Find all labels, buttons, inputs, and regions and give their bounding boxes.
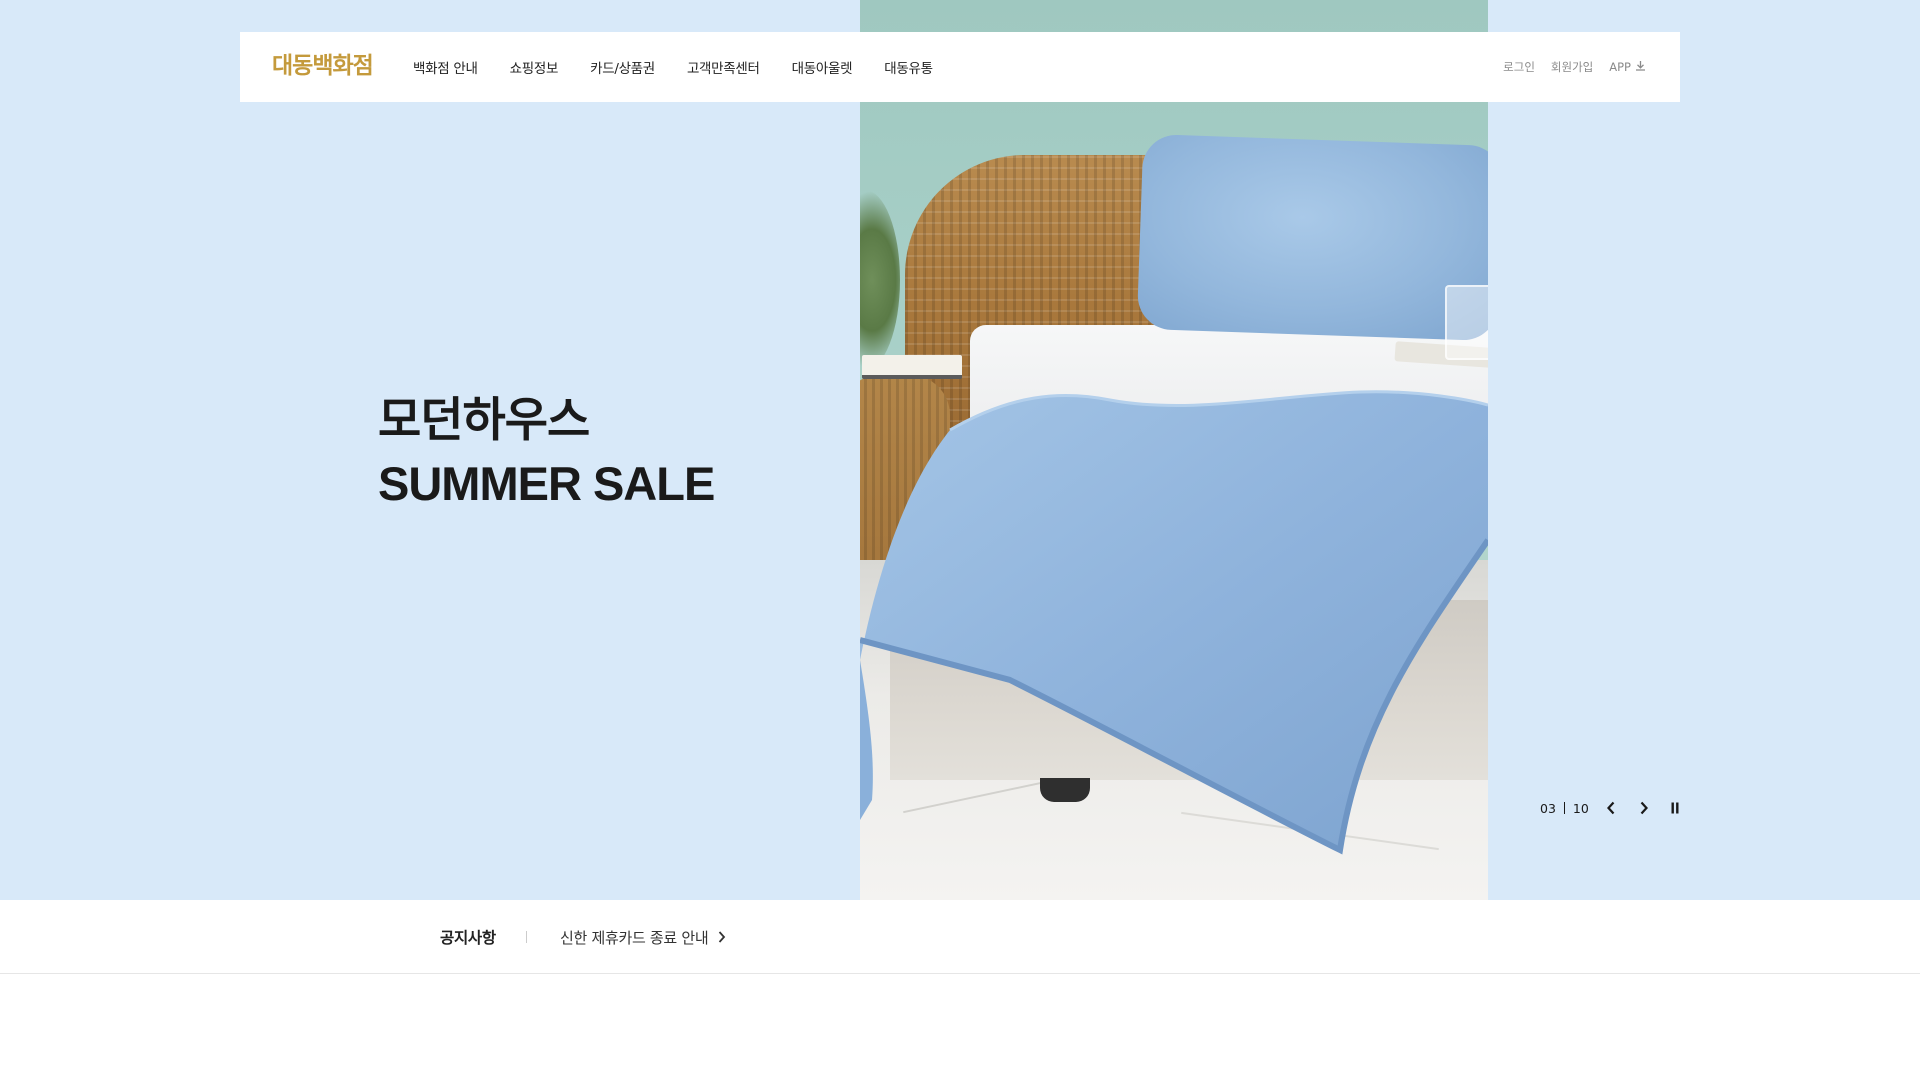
hero-title-line: SUMMER SALE (378, 457, 715, 510)
photo-blanket (860, 390, 1488, 855)
signup-link[interactable]: 회원가입 (1551, 59, 1593, 75)
slide-counter: 03 10 (1540, 801, 1589, 816)
notice-item-text: 신한 제휴카드 종료 안내 (560, 928, 709, 947)
chevron-right-icon (1640, 801, 1648, 815)
next-slide-button[interactable] (1634, 796, 1654, 820)
notice-label: 공지사항 (440, 929, 496, 947)
slide-total: 10 (1572, 800, 1589, 816)
site-header: 대동백화점 백화점 안내 쇼핑정보 카드/상품권 고객만족센터 대동아울렛 대동… (240, 32, 1680, 102)
nav-item-shopping-info[interactable]: 쇼핑정보 (510, 57, 559, 77)
main-nav: 백화점 안내 쇼핑정보 카드/상품권 고객만족센터 대동아울렛 대동유통 (413, 32, 965, 102)
app-download-link[interactable]: APP (1609, 60, 1646, 74)
brand-logo[interactable]: 대동백화점 (272, 49, 374, 83)
slider-controls: 03 10 (1540, 794, 1685, 822)
notice-item-link[interactable]: 신한 제휴카드 종료 안내 (560, 900, 726, 974)
notice-bar: 공지사항 신한 제휴카드 종료 안내 (0, 900, 1920, 974)
login-link[interactable]: 로그인 (1503, 59, 1535, 75)
nav-item-store-guide[interactable]: 백화점 안내 (413, 57, 478, 77)
download-icon (1635, 60, 1646, 74)
nav-item-customer-center[interactable]: 고객만족센터 (687, 57, 760, 77)
pause-icon (1671, 802, 1679, 814)
hero-banner: 대동백화점 백화점 안내 쇼핑정보 카드/상품권 고객만족센터 대동아울렛 대동… (0, 0, 1920, 900)
counter-divider (1563, 802, 1565, 814)
pause-slide-button[interactable] (1665, 796, 1685, 820)
hero-product-image (860, 0, 1488, 900)
nav-item-card-giftcard[interactable]: 카드/상품권 (590, 57, 655, 77)
notice-divider (526, 931, 527, 943)
slide-current: 03 (1540, 800, 1556, 816)
prev-slide-button[interactable] (1601, 796, 1621, 820)
chevron-left-icon (1606, 801, 1615, 815)
utility-links: 로그인 회원가입 APP (1487, 32, 1646, 102)
hero-title: 모던하우스 SUMMER SALE (378, 388, 715, 516)
app-download-label: APP (1609, 60, 1631, 74)
hero-title-line: 모던하우스 (378, 393, 590, 446)
chevron-right-icon (718, 931, 726, 943)
nav-item-distribution[interactable]: 대동유통 (884, 57, 933, 77)
nav-item-outlet[interactable]: 대동아울렛 (792, 57, 853, 77)
